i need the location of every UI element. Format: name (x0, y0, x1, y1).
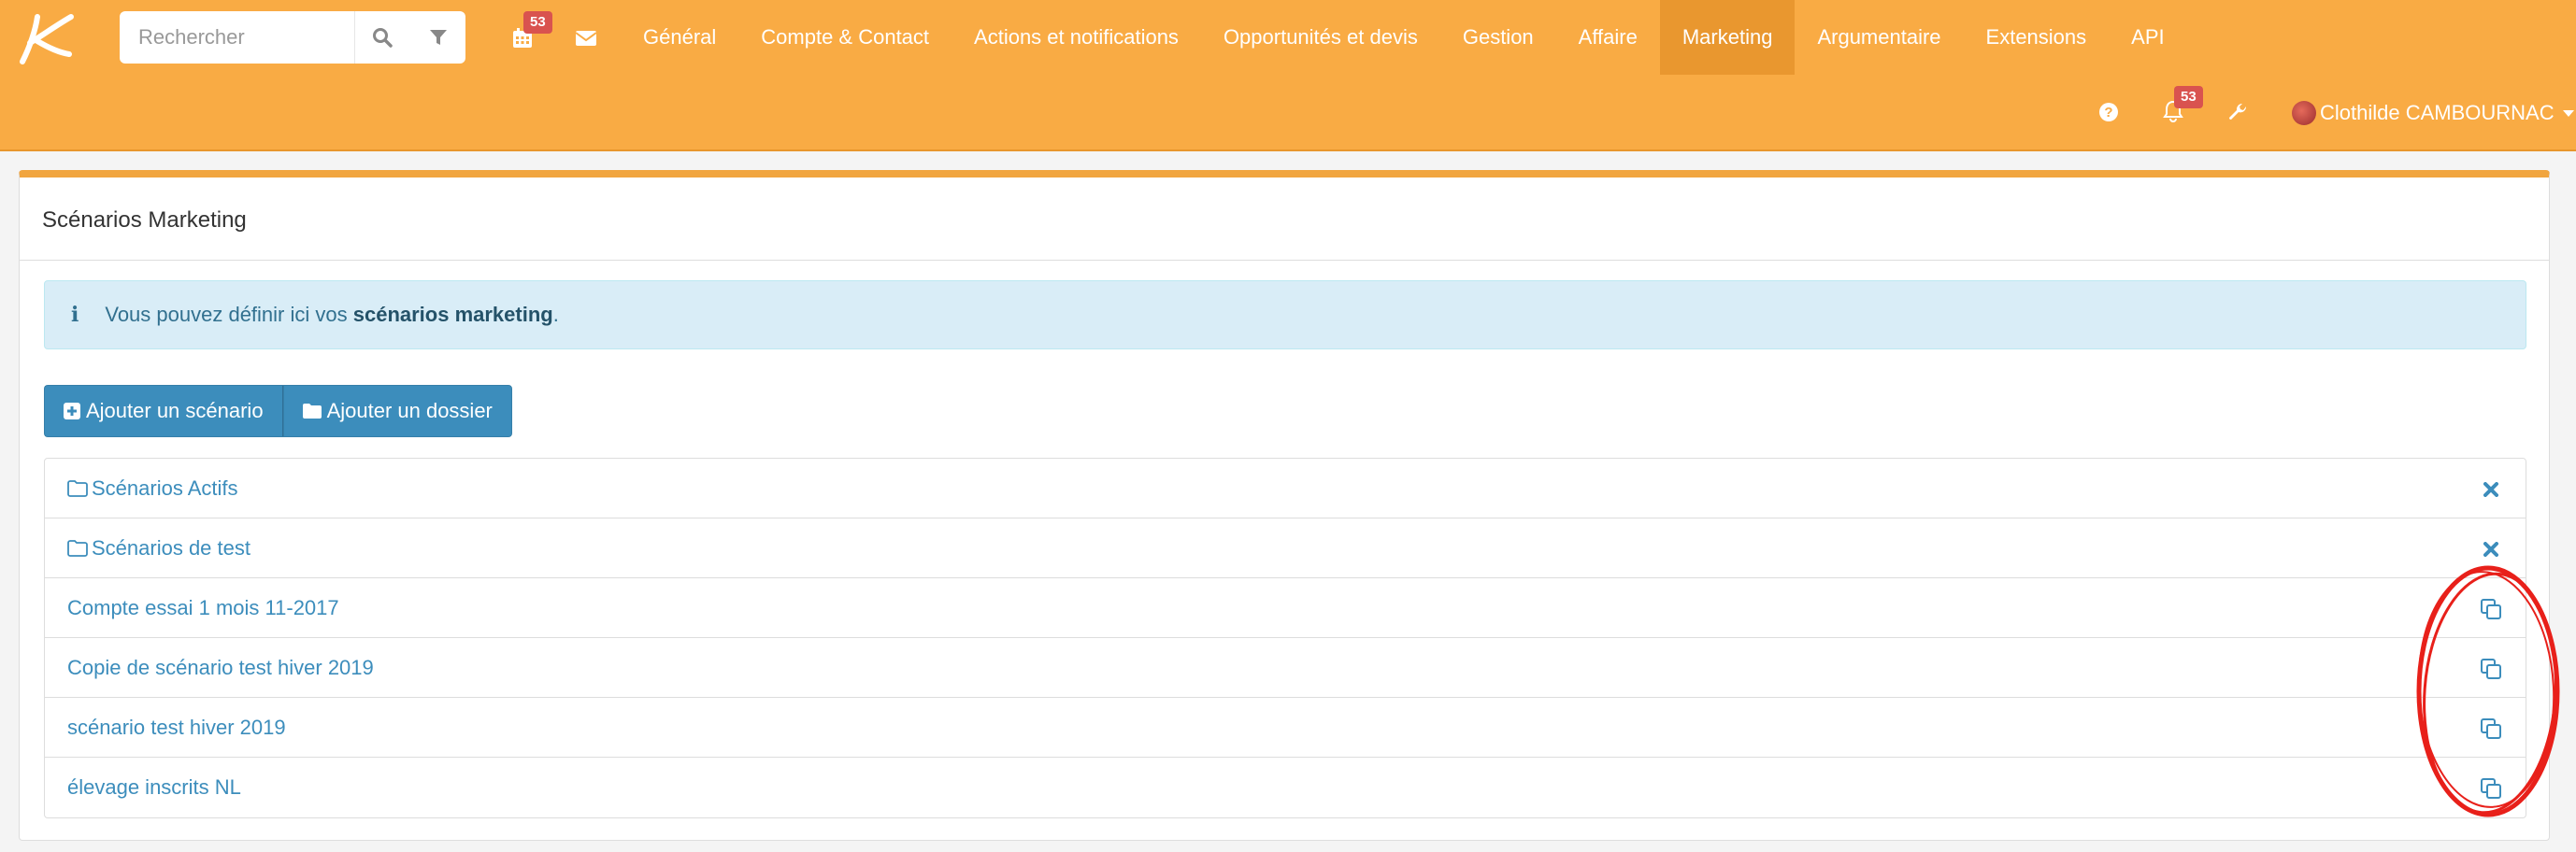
main-nav: Général Compte & Contact Actions et noti… (621, 0, 2187, 75)
info-text-bold: scénarios marketing (352, 303, 553, 326)
folder-icon (302, 404, 322, 419)
list-item-label: scénario test hiver 2019 (67, 715, 286, 739)
red-circle-annotation (2416, 565, 2560, 817)
nav-opportunites-devis[interactable]: Opportunités et devis (1201, 0, 1440, 75)
nav-argumentaire[interactable]: Argumentaire (1795, 0, 1963, 75)
list-item-label: élevage inscrits NL (67, 775, 241, 799)
info-alert: i Vous pouvez définir ici vos scénarios … (44, 280, 2526, 349)
folder-icon (67, 479, 88, 497)
list-item-scenario[interactable]: scénario test hiver 2019 (45, 698, 2526, 758)
scenario-list: Scénarios Actifs Scénarios de test Compt… (44, 458, 2526, 818)
avatar (2292, 101, 2316, 125)
list-item-folder[interactable]: Scénarios Actifs (45, 459, 2526, 518)
nav-affaire[interactable]: Affaire (1556, 0, 1660, 75)
list-item-label: Compte essai 1 mois 11-2017 (67, 595, 339, 619)
nav-general[interactable]: Général (621, 0, 738, 75)
filter-icon (430, 30, 447, 45)
user-name: Clothilde CAMBOURNAC (2320, 101, 2555, 124)
list-item-label: Scénarios Actifs (92, 476, 238, 500)
delete-button[interactable] (2479, 477, 2503, 502)
folder-icon (67, 539, 88, 557)
info-icon: i (71, 303, 79, 327)
envelope-icon (575, 31, 597, 46)
help-button[interactable]: ? (2096, 99, 2122, 125)
list-item-scenario[interactable]: élevage inscrits NL (45, 758, 2526, 817)
caret-down-icon (2562, 110, 2574, 117)
add-folder-label: Ajouter un dossier (326, 399, 493, 422)
list-item-label: Scénarios de test (92, 535, 250, 560)
list-item-label: Copie de scénario test hiver 2019 (67, 655, 374, 679)
delete-button[interactable] (2479, 537, 2503, 561)
wrench-icon (2229, 103, 2247, 120)
nav-compte-contact[interactable]: Compte & Contact (738, 0, 952, 75)
add-scenario-label: Ajouter un scénario (86, 399, 264, 422)
page-title: Scénarios Marketing (42, 207, 247, 233)
top-navbar: 53 Général Compte & Contact Actions et n… (0, 0, 2576, 151)
info-text-prefix: Vous pouvez définir ici vos (105, 303, 353, 326)
svg-text:?: ? (2104, 105, 2112, 121)
calendar-badge: 53 (523, 11, 552, 34)
mail-button[interactable] (572, 24, 600, 52)
action-buttons: Ajouter un scénario Ajouter un dossier (44, 385, 512, 437)
list-item-folder[interactable]: Scénarios de test (45, 518, 2526, 578)
search-icon (373, 28, 393, 48)
nav-marketing[interactable]: Marketing (1659, 0, 1796, 75)
k-logo-icon[interactable] (17, 9, 79, 65)
notifications-badge: 53 (2174, 86, 2203, 108)
filter-button[interactable] (411, 11, 465, 64)
nav-api[interactable]: API (2109, 0, 2186, 75)
nav-extensions[interactable]: Extensions (1964, 0, 2110, 75)
info-text-suffix: . (552, 303, 559, 326)
add-scenario-button[interactable]: Ajouter un scénario (44, 385, 283, 437)
search-input[interactable] (120, 11, 355, 64)
times-icon (2483, 542, 2498, 557)
nav-actions-notifications[interactable]: Actions et notifications (952, 0, 1201, 75)
question-circle-icon: ? (2099, 103, 2118, 121)
search-button[interactable] (355, 11, 409, 64)
marketing-scenarios-panel: Scénarios Marketing i Vous pouvez défini… (19, 170, 2550, 841)
list-item-scenario[interactable]: Copie de scénario test hiver 2019 (45, 638, 2526, 698)
times-icon (2483, 482, 2498, 497)
panel-divider (20, 260, 2549, 261)
add-folder-button[interactable]: Ajouter un dossier (282, 385, 512, 437)
list-item-scenario[interactable]: Compte essai 1 mois 11-2017 (45, 578, 2526, 638)
user-menu[interactable]: Clothilde CAMBOURNAC (2292, 97, 2575, 129)
settings-button[interactable] (2225, 99, 2251, 125)
plus-square-icon (64, 403, 80, 419)
nav-gestion[interactable]: Gestion (1440, 0, 1556, 75)
info-text: Vous pouvez définir ici vos scénarios ma… (105, 303, 558, 327)
